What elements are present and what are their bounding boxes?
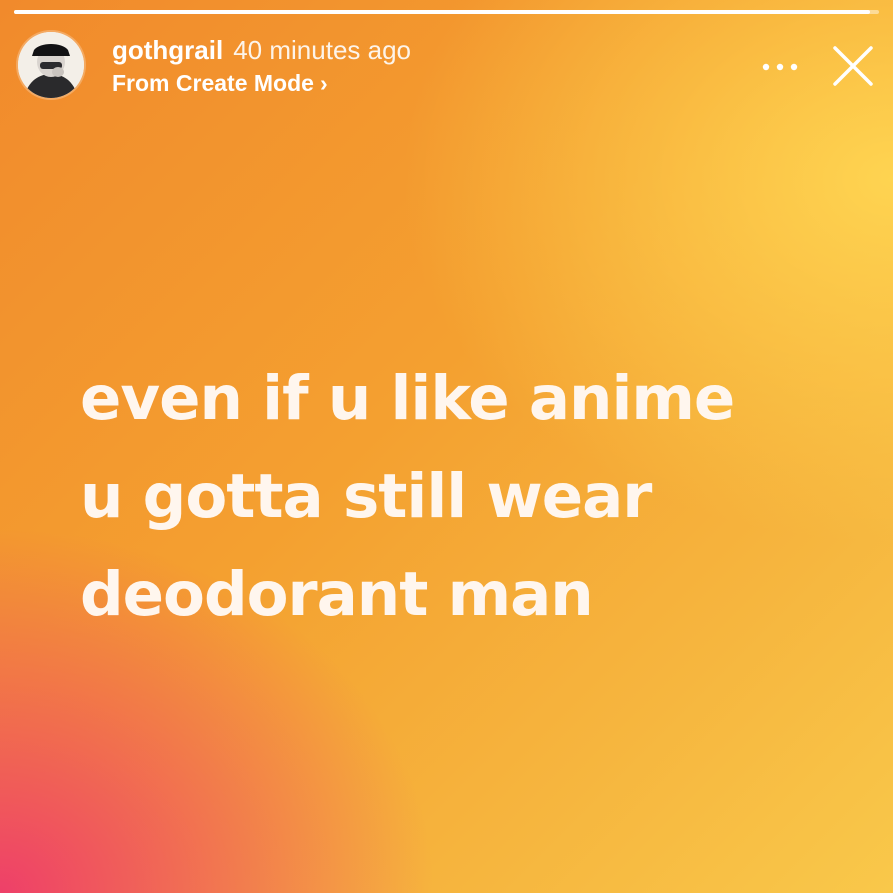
close-button[interactable] (831, 44, 875, 88)
story-text-line: deodorant man (80, 559, 594, 630)
story-progress-fill (14, 10, 871, 14)
close-icon (833, 46, 873, 86)
source-link[interactable]: From Create Mode › (112, 66, 411, 100)
story-progress-bar (14, 10, 879, 14)
more-options-button[interactable] (757, 54, 803, 80)
story-header: gothgrail 40 minutes ago From Create Mode… (18, 32, 875, 104)
story-meta: gothgrail 40 minutes ago From Create Mode… (112, 34, 411, 100)
story-text-line: even if u like anime (80, 363, 735, 434)
username[interactable]: gothgrail (112, 35, 223, 65)
story-text: even if u like anime u gotta still wear … (80, 350, 840, 644)
source-label: From Create Mode (112, 70, 314, 96)
meta-row-user: gothgrail 40 minutes ago (112, 34, 411, 66)
story-viewer[interactable]: gothgrail 40 minutes ago From Create Mode… (0, 0, 893, 893)
more-dots-icon (762, 63, 798, 71)
avatar-icon (18, 32, 84, 98)
time-ago: 40 minutes ago (233, 35, 412, 65)
chevron-right-icon: › (319, 70, 328, 96)
avatar[interactable] (18, 32, 84, 98)
story-text-line: u gotta still wear (80, 461, 652, 532)
